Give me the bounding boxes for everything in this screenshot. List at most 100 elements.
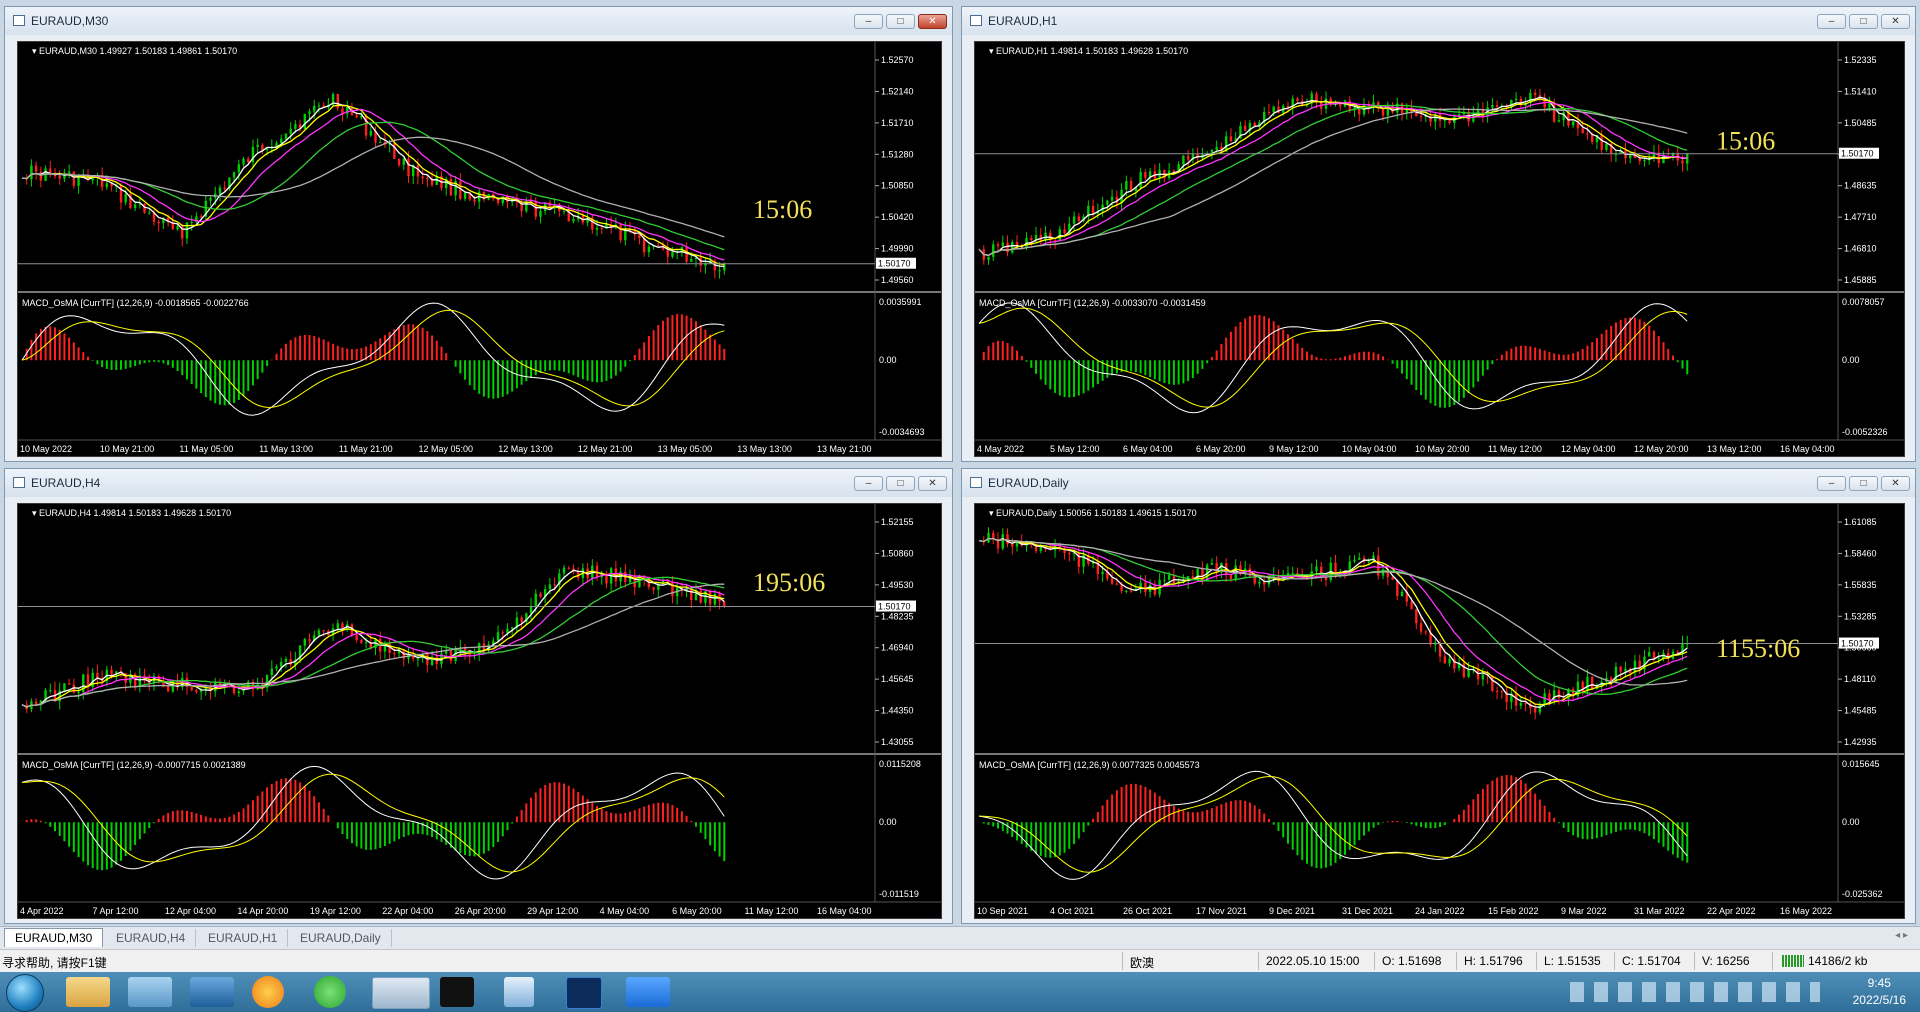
tab-scroll-arrows[interactable]: ◂ ▸: [1895, 930, 1908, 941]
folder-icon[interactable]: [66, 977, 110, 1007]
price-tick-label: 1.43055: [881, 737, 914, 747]
candle-body: [633, 575, 636, 588]
osma-bar: [492, 822, 495, 847]
osma-bar: [152, 822, 155, 824]
osma-bar: [1253, 805, 1256, 823]
window-titlebar[interactable]: EURAUD,H1 – □ ✕: [962, 7, 1915, 35]
window-titlebar[interactable]: EURAUD,H4 – □ ✕: [5, 469, 952, 497]
tab-euraud-h4[interactable]: EURAUD,H4: [106, 929, 197, 947]
candle-body: [30, 165, 33, 180]
minimize-button[interactable]: –: [1817, 14, 1846, 29]
osma-bar: [1206, 360, 1209, 364]
osma-bar: [1363, 822, 1366, 836]
osma-bar: [1505, 351, 1508, 361]
osma-histogram: [25, 778, 726, 871]
osma-bar: [266, 360, 269, 367]
osma-bar: [1277, 325, 1280, 361]
candle-body: [96, 672, 99, 678]
candle-body: [421, 176, 424, 179]
chart-window-h4[interactable]: EURAUD,H4 – □ ✕ ▾ EURAUD,H4 1.49814 1.50…: [4, 468, 953, 924]
window-titlebar[interactable]: EURAUD,M30 – □ ✕: [5, 7, 952, 35]
chart-window-h1[interactable]: EURAUD,H1 – □ ✕ ▾ EURAUD,H1 1.49814 1.50…: [961, 6, 1916, 462]
browser-icon[interactable]: [252, 976, 284, 1008]
start-orb-icon[interactable]: [6, 974, 44, 1012]
desktop-icon[interactable]: [190, 977, 234, 1007]
tab-euraud-daily[interactable]: EURAUD,Daily: [290, 929, 392, 947]
pen-app-icon[interactable]: [626, 977, 670, 1007]
maximize-button[interactable]: □: [886, 14, 915, 29]
tab-euraud-m30[interactable]: EURAUD,M30: [4, 928, 104, 947]
osma-bar: [1239, 321, 1242, 361]
candle-body: [1229, 136, 1233, 142]
osma-bar: [1044, 822, 1047, 858]
close-button[interactable]: ✕: [1881, 476, 1910, 491]
osma-bar: [294, 337, 297, 361]
indicator-tick-label: 0.00: [879, 817, 897, 827]
people-icon[interactable]: [128, 977, 172, 1007]
indicator-tick-label: 0.0115208: [879, 759, 921, 769]
osma-bar: [1638, 319, 1641, 361]
osma-bar: [369, 822, 372, 850]
candle-body: [1590, 677, 1594, 690]
candle-body: [1286, 105, 1290, 108]
photoshop-icon[interactable]: [566, 977, 602, 1009]
osma-bar: [72, 822, 75, 853]
minimize-button[interactable]: –: [1817, 476, 1846, 491]
osma-bar: [294, 779, 297, 823]
chart-window-m30[interactable]: EURAUD,M30 – □ ✕ ▾ EURAUD,M30 1.49927 1.…: [4, 6, 953, 462]
candle-body: [1448, 119, 1451, 124]
osma-bar: [440, 822, 443, 842]
osma-bar: [525, 803, 528, 823]
osma-bar: [431, 335, 434, 361]
wechat-icon[interactable]: [314, 976, 346, 1008]
tab-euraud-h1[interactable]: EURAUD,H1: [198, 929, 289, 947]
candle-body: [1101, 571, 1104, 575]
osma-bar: [1562, 822, 1565, 829]
price-tick-label: 1.52155: [881, 517, 914, 527]
osma-bar: [1339, 357, 1342, 361]
maximize-button[interactable]: □: [886, 476, 915, 491]
price-tick-label: 1.51410: [1844, 86, 1877, 96]
tray-icons[interactable]: [1570, 982, 1820, 1002]
capcut-icon[interactable]: [440, 977, 474, 1007]
osma-bar: [308, 790, 311, 823]
candle-body: [1011, 544, 1014, 547]
chart-area[interactable]: ▾ EURAUD,H1 1.49814 1.50183 1.49628 1.50…: [974, 41, 1905, 457]
close-button[interactable]: ✕: [918, 476, 947, 491]
osma-bar: [49, 326, 52, 361]
chart-area[interactable]: ▾ EURAUD,M30 1.49927 1.50183 1.49861 1.5…: [17, 41, 942, 457]
chart-area[interactable]: ▾ EURAUD,Daily 1.50056 1.50183 1.49615 1…: [974, 503, 1905, 919]
close-button[interactable]: ✕: [1881, 14, 1910, 29]
osma-bar: [86, 356, 89, 361]
minimize-button[interactable]: –: [854, 14, 883, 29]
osma-bar: [115, 360, 118, 371]
minimize-button[interactable]: –: [854, 476, 883, 491]
osma-bar: [553, 782, 556, 823]
chart-window-daily[interactable]: EURAUD,Daily – □ ✕ ▾ EURAUD,Daily 1.5005…: [961, 468, 1916, 924]
osma-bar: [548, 360, 551, 371]
osma-bar: [256, 360, 259, 380]
osma-bar: [1234, 326, 1237, 361]
indicator-tick-label: 0.0078057: [1842, 297, 1885, 307]
candle-body: [690, 589, 693, 601]
candle-body: [1514, 98, 1518, 101]
maximize-button[interactable]: □: [1849, 476, 1878, 491]
osma-bar: [1049, 822, 1052, 858]
osma-bar: [586, 360, 589, 381]
indicator-tick-label: -0.011519: [879, 889, 919, 899]
maximize-button[interactable]: □: [1849, 14, 1878, 29]
osma-bar: [1424, 360, 1427, 400]
candle-body: [1557, 120, 1561, 122]
window-titlebar[interactable]: EURAUD,Daily – □ ✕: [962, 469, 1915, 497]
status-profile[interactable]: 欧澳: [1130, 954, 1154, 971]
close-button[interactable]: ✕: [918, 14, 947, 29]
candle-body: [1215, 146, 1218, 150]
osma-bar: [1106, 360, 1109, 378]
candle-body: [58, 175, 61, 179]
notepad-icon[interactable]: [504, 977, 534, 1007]
osma-bar: [1286, 334, 1289, 361]
mt4-icon[interactable]: [372, 977, 430, 1009]
osma-bar: [1149, 789, 1152, 823]
chart-area[interactable]: ▾ EURAUD,H4 1.49814 1.50183 1.49628 1.50…: [17, 503, 942, 919]
clock[interactable]: 9:45 2022/5/16: [1853, 975, 1906, 1009]
